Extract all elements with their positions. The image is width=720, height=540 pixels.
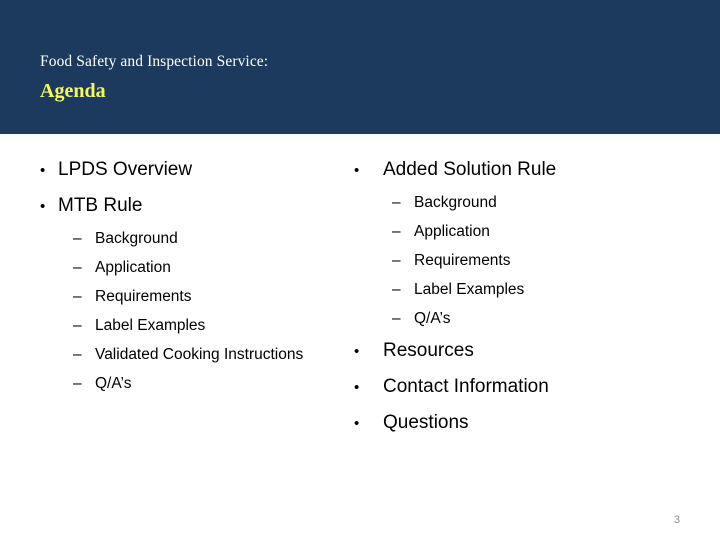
agenda-item-label: Label Examples [95, 317, 206, 334]
dash-icon: – [392, 310, 401, 327]
agenda-subitem: – Requirements [354, 246, 714, 275]
bullet-icon: • [354, 415, 360, 432]
agenda-subitem: – Validated Cooking Instructions [40, 340, 370, 369]
bullet-icon: • [40, 198, 46, 215]
agenda-item-label: Validated Cooking Instructions [95, 346, 304, 363]
page-title: Agenda [40, 80, 106, 102]
dash-icon: – [73, 259, 82, 276]
bullet-icon: • [40, 162, 46, 179]
agenda-item: • Questions [354, 405, 714, 441]
bullet-icon: • [354, 162, 360, 179]
agenda-item: • LPDS Overview [40, 152, 370, 188]
agenda-item-label: Application [95, 259, 171, 276]
agenda-item-label: Label Examples [414, 281, 525, 298]
agenda-item: • Added Solution Rule [354, 152, 714, 188]
title-block: Food Safety and Inspection Service: Agen… [40, 52, 268, 104]
dash-icon: – [392, 194, 401, 211]
dash-icon: – [73, 375, 82, 392]
agenda-item-label: LPDS Overview [58, 159, 193, 180]
agenda-item-label: Q/A’s [414, 310, 451, 327]
agenda-subitem: – Application [354, 217, 714, 246]
agenda-subitem: – Label Examples [40, 311, 370, 340]
dash-icon: – [73, 230, 82, 247]
agenda-item-label: Requirements [95, 288, 192, 305]
agenda-item-label: Added Solution Rule [383, 159, 557, 180]
slide: Food Safety and Inspection Service: Agen… [0, 0, 720, 540]
dash-icon: – [392, 223, 401, 240]
agenda-item-label: Background [95, 230, 178, 247]
agenda-subitem: – Label Examples [354, 275, 714, 304]
agenda-subitem: – Q/A’s [40, 369, 370, 398]
dash-icon: – [392, 252, 401, 269]
agenda-item-label: Background [414, 194, 497, 211]
agenda-list-right: • Added Solution Rule – Background – Applicat… [354, 152, 714, 441]
agenda-subitem: – Background [40, 224, 370, 253]
agenda-subitem: – Q/A’s [354, 304, 714, 333]
bullet-icon: • [354, 343, 360, 360]
agenda-item: • Resources [354, 333, 714, 369]
dash-icon: – [73, 346, 82, 363]
slide-number: 3 [673, 514, 680, 526]
agenda-item-label: MTB Rule [58, 195, 143, 216]
dash-icon: – [73, 288, 82, 305]
agenda-item-label: Application [414, 223, 490, 240]
agenda-subitem: – Application [40, 253, 370, 282]
title-banner: Food Safety and Inspection Service: Agen… [0, 0, 720, 134]
agenda-item-label: Resources [383, 340, 474, 361]
agenda-item: • Contact Information [354, 369, 714, 405]
agenda-subitem: – Background [354, 188, 714, 217]
bullet-icon: • [354, 379, 360, 396]
dash-icon: – [73, 317, 82, 334]
organization-name: Food Safety and Inspection Service: [40, 53, 269, 70]
agenda-item-label: Contact Information [383, 376, 549, 397]
agenda-list-left: • LPDS Overview • MTB Rule – Background – Appli… [40, 152, 370, 398]
dash-icon: – [392, 281, 401, 298]
agenda-item: • MTB Rule [40, 188, 370, 224]
agenda-item-label: Questions [383, 412, 469, 433]
agenda-item-label: Requirements [414, 252, 511, 269]
agenda-subitem: – Requirements [40, 282, 370, 311]
agenda-item-label: Q/A’s [95, 375, 132, 392]
